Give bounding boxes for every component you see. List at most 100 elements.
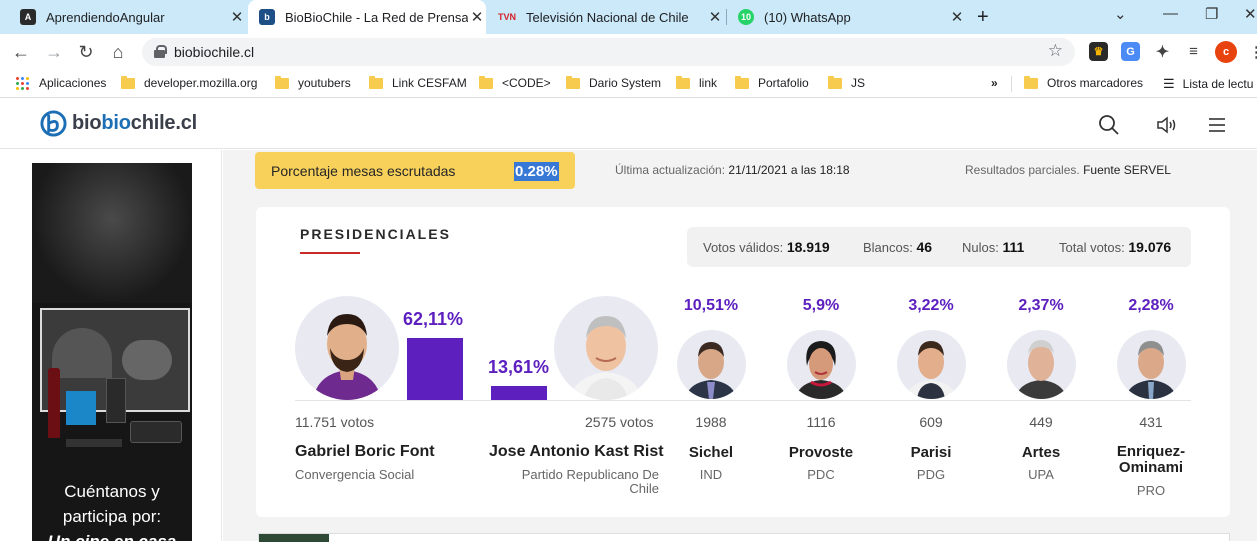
ad-box-image [66, 391, 96, 425]
bookmark-label: Dario System [589, 76, 662, 90]
reload-icon[interactable]: ↻ [74, 40, 98, 64]
candidate-party: UPA [1028, 467, 1054, 482]
hamburger-menu-icon[interactable] [1208, 117, 1226, 133]
bookmark-folder[interactable]: Portafolio [735, 75, 809, 90]
candidate-name[interactable]: Jose Antonio Kast Rist [489, 443, 664, 461]
bookmark-folder[interactable]: Link CESFAM [369, 75, 467, 90]
blank-votes-value: 46 [916, 239, 933, 255]
blank-votes-label: Blancos: [863, 240, 913, 255]
candidate-name[interactable]: Enriquez-Ominami [1106, 444, 1196, 476]
candidate-party: Partido Republicano De Chile [521, 467, 659, 496]
minimize-icon[interactable]: — [1163, 5, 1178, 22]
bookmark-folder[interactable]: <CODE> [479, 75, 551, 90]
counted-tables-banner: Porcentaje mesas escrutadas 0.28% [255, 152, 575, 189]
audio-speaker-icon[interactable] [1156, 115, 1180, 135]
tab-biobiochile[interactable]: b BioBioChile - La Red de Prensa M ✕ [248, 0, 486, 34]
ad-line: participa por: [62, 507, 162, 526]
restore-icon[interactable]: ❐ [1205, 5, 1218, 23]
ad-background-image [32, 163, 192, 303]
folder-icon [1024, 75, 1038, 89]
candidate-party: PRO [1136, 483, 1166, 498]
bookmark-star-icon[interactable]: ☆ [1048, 41, 1063, 61]
url-text[interactable]: biobiochile.cl [174, 44, 254, 60]
address-bar[interactable]: biobiochile.cl ☆ [142, 38, 1075, 66]
candidate-portrait-image [905, 341, 957, 399]
tab-aprendiendo-angular[interactable]: A AprendiendoAngular ✕ [10, 0, 246, 34]
crown-extension-icon[interactable]: ♛ [1089, 42, 1108, 61]
close-icon[interactable]: ✕ [468, 8, 486, 26]
browser-toolbar: ← → ↻ ⌂ biobiochile.cl ☆ ♛ G ✦ ≡ c ⋮ [0, 34, 1257, 70]
bookmark-label: link [699, 76, 718, 90]
lock-icon [154, 45, 167, 58]
puzzle-extensions-icon[interactable]: ✦ [1153, 42, 1172, 61]
candidate-votes: 1116 [806, 414, 836, 430]
close-icon[interactable]: ✕ [706, 8, 724, 26]
candidate-portrait-image [685, 342, 737, 399]
folder-icon [121, 75, 135, 89]
bookmark-folder[interactable]: link [676, 75, 718, 90]
browser-tab-strip: A AprendiendoAngular ✕ b BioBioChile - L… [0, 0, 1257, 34]
candidate-photo[interactable] [1007, 330, 1076, 399]
candidate-percentage: 10,51% [683, 297, 739, 314]
close-icon[interactable]: ✕ [228, 8, 246, 26]
bookmark-apps[interactable]: Aplicaciones [16, 76, 106, 90]
menu-kebab-icon[interactable]: ⋮ [1247, 42, 1257, 61]
bookmark-folder[interactable]: JS [828, 75, 865, 90]
candidate-photo[interactable] [1117, 330, 1186, 399]
candidate-photo[interactable] [295, 296, 399, 400]
bookmark-other-folder[interactable]: Otros marcadores [1024, 75, 1144, 90]
candidate-name[interactable]: Provoste [776, 444, 866, 461]
bookmark-label: <CODE> [502, 76, 551, 90]
counted-tables-value[interactable]: 0.28% [514, 162, 559, 181]
candidate-photo[interactable] [787, 330, 856, 399]
candidate-photo[interactable] [897, 330, 966, 399]
candidate-name[interactable]: Parisi [886, 444, 976, 461]
bookmark-folder[interactable]: Dario System [566, 75, 662, 90]
bookmark-folder[interactable]: youtubers [275, 75, 351, 90]
candidate-name[interactable]: Artes [996, 444, 1086, 461]
back-arrow-icon[interactable]: ← [9, 40, 33, 64]
close-icon[interactable]: ✕ [948, 8, 966, 26]
media-queue-icon[interactable]: ≡ [1184, 42, 1203, 61]
candidate-votes: 11.751 votos [295, 414, 375, 430]
advertisement-banner[interactable]: Cuéntanos y participa por: Un cine en ca… [32, 163, 192, 541]
candidate-photo[interactable] [554, 296, 658, 400]
last-update: Última actualización: 21/11/2021 a las 1… [615, 163, 850, 177]
home-icon[interactable]: ⌂ [106, 40, 130, 64]
folder-icon [676, 75, 690, 89]
total-votes-value: 19.076 [1128, 239, 1172, 255]
profile-avatar[interactable]: c [1215, 41, 1237, 63]
tab-search-chevron-icon[interactable]: ⌄ [1114, 5, 1127, 23]
folder-icon [275, 75, 289, 89]
candidate-portrait-image [570, 316, 642, 400]
window-close-icon[interactable]: ✕ [1244, 5, 1257, 23]
folder-icon [479, 75, 493, 89]
candidate-party: IND [699, 467, 723, 482]
section-title: PRESIDENCIALES [300, 226, 451, 242]
search-icon[interactable] [1098, 114, 1120, 136]
candidate-photo[interactable] [677, 330, 746, 399]
tab-whatsapp[interactable]: 10 (10) WhatsApp ✕ [728, 0, 966, 34]
candidate-percentage: 13,61% [488, 357, 550, 377]
site-logo[interactable]: biobiochile.cl [40, 110, 197, 137]
ad-text: Cuéntanos y participa por: Un cine en ca… [32, 479, 192, 541]
bookmarks-overflow-button[interactable]: » [991, 76, 998, 90]
translate-extension-icon[interactable]: G [1121, 42, 1140, 61]
bookmark-label: Otros marcadores [1047, 76, 1144, 90]
new-tab-plus-icon[interactable]: + [977, 6, 989, 29]
blank-votes: Blancos: 46 [863, 239, 932, 255]
folder-icon [828, 75, 842, 89]
candidate-name[interactable]: Gabriel Boric Font [295, 443, 435, 461]
tab-tvn[interactable]: TVN Televisión Nacional de Chile ✕ [490, 0, 724, 34]
ad-projector-image [130, 421, 182, 443]
tab-title: AprendiendoAngular [46, 9, 165, 25]
forward-arrow-icon[interactable]: → [42, 40, 66, 64]
bookmark-label: Aplicaciones [39, 76, 107, 90]
reading-list-button[interactable]: ☰ Lista de lectu [1163, 76, 1253, 92]
candidate-name[interactable]: Sichel [666, 444, 756, 461]
candidate-percentage: 3,22% [908, 297, 954, 314]
source-value: Fuente SERVEL [1083, 163, 1171, 177]
bookmark-folder[interactable]: developer.mozilla.org [121, 75, 257, 90]
null-votes: Nulos: 111 [962, 239, 1024, 255]
last-update-label: Última actualización: [615, 163, 726, 177]
